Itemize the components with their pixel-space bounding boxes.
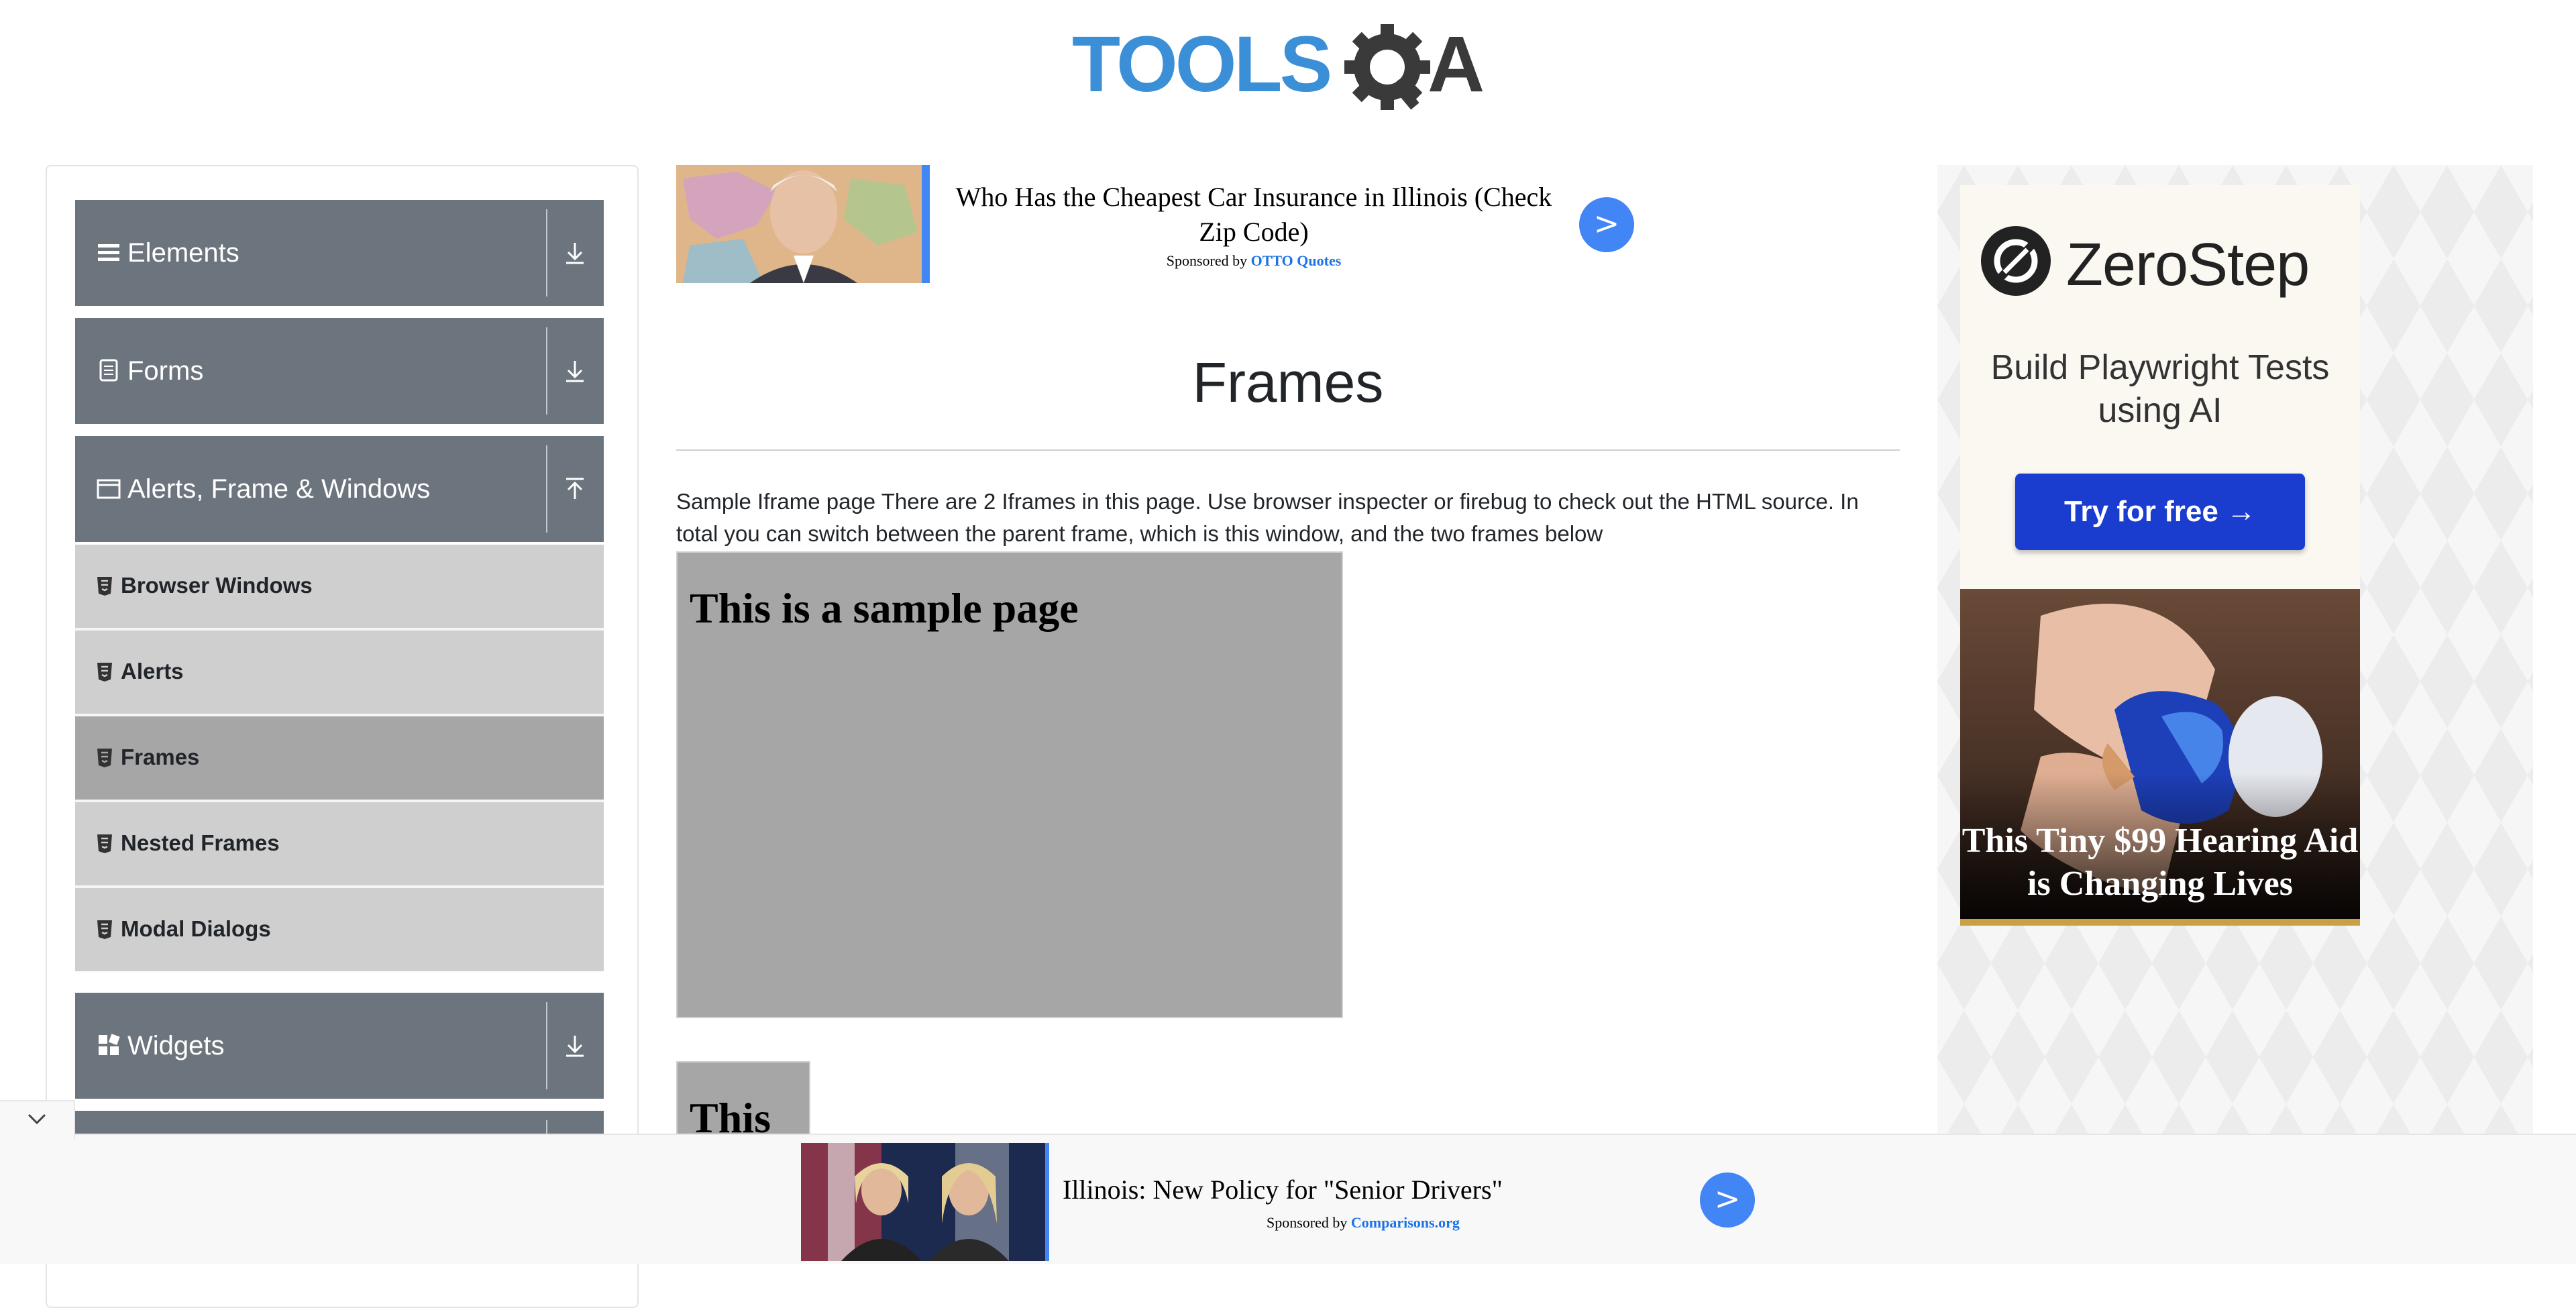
frame-heading: This is a sample page xyxy=(690,584,1079,632)
group-label: Elements xyxy=(127,237,239,268)
menu-item-alerts[interactable]: Alerts xyxy=(75,631,604,716)
ad-go-button[interactable]: > xyxy=(1700,1173,1755,1228)
group-header-elements[interactable]: Elements xyxy=(75,200,604,306)
divider xyxy=(546,327,547,415)
ad-go-button[interactable]: > xyxy=(1579,197,1634,252)
sponsored-by-text: Sponsored by xyxy=(1166,252,1248,269)
html5-icon xyxy=(97,920,112,939)
group-label: Widgets xyxy=(127,1030,225,1060)
download-arrow-icon[interactable] xyxy=(557,1028,593,1064)
divider xyxy=(546,209,547,296)
zerostep-headline: Build Playwright Tests using AI xyxy=(1990,348,2330,430)
widgets-icon xyxy=(99,1034,120,1055)
ad-sponsor-line: Sponsored by OTTO Quotes xyxy=(942,252,1566,270)
menu-item-label: Frames xyxy=(121,745,200,769)
collapse-ad-toggle[interactable] xyxy=(0,1100,75,1139)
menu-item-browser-windows[interactable]: Browser Windows xyxy=(75,545,604,631)
download-arrow-icon[interactable] xyxy=(557,353,593,389)
group-label: Alerts, Frame & Windows xyxy=(127,474,431,504)
html5-icon xyxy=(97,834,112,853)
upload-arrow-icon[interactable] xyxy=(557,471,593,507)
logo-wordmark: TOOLS A xyxy=(1072,20,1485,110)
iframe-frame1[interactable]: This is a sample page xyxy=(676,551,1343,1018)
ad-accent-bar xyxy=(1045,1143,1049,1261)
right-ad[interactable]: ZeroStep Build Playwright Tests using AI… xyxy=(1937,165,2533,1144)
ad-accent-bar xyxy=(1960,919,2360,926)
page-description: Sample Iframe page There are 2 Iframes i… xyxy=(676,489,1859,546)
sponsor-link[interactable]: Comparisons.org xyxy=(1351,1214,1460,1231)
menu-item-modal-dialogs[interactable]: Modal Dialogs xyxy=(75,888,604,971)
bottom-ad-bar[interactable]: Illinois: New Policy for "Senior Drivers… xyxy=(0,1134,2576,1264)
top-ad-banner[interactable]: Who Has the Cheapest Car Insurance in Il… xyxy=(676,165,1634,284)
group-label: Forms xyxy=(127,356,204,386)
menu-item-label: Alerts xyxy=(121,659,184,684)
menu-item-label: Nested Frames xyxy=(121,830,280,855)
sponsor-link[interactable]: OTTO Quotes xyxy=(1251,252,1342,269)
page-title: Frames xyxy=(1192,351,1384,414)
group-header-widgets[interactable]: Widgets xyxy=(75,993,604,1099)
chevron-down-icon xyxy=(28,1113,46,1125)
try-for-free-button[interactable]: Try for free → xyxy=(2015,474,2305,550)
zerostep-brand: ZeroStep xyxy=(2066,231,2310,298)
hearing-aid-caption[interactable]: This Tiny $99 Hearing Aid is Changing Li… xyxy=(1960,820,2360,906)
divider xyxy=(546,1002,547,1089)
menu-item-nested-frames[interactable]: Nested Frames xyxy=(75,802,604,888)
download-arrow-icon[interactable] xyxy=(557,235,593,271)
group-header-alerts-frame-windows[interactable]: Alerts, Frame & Windows xyxy=(75,436,604,542)
window-icon xyxy=(97,479,121,499)
toolsqa-logo[interactable]: TOOLS A xyxy=(1072,19,1507,121)
ad-image-two-women xyxy=(801,1143,1045,1261)
svg-text:TOOLS: TOOLS xyxy=(1072,20,1330,109)
ad-title[interactable]: Illinois: New Policy for "Senior Drivers… xyxy=(1063,1174,1503,1205)
gear-icon xyxy=(1344,24,1430,110)
ad-sponsor-line: Sponsored by Comparisons.org xyxy=(1267,1214,1460,1232)
divider xyxy=(546,445,547,533)
ad-accent-bar xyxy=(922,165,930,283)
html5-icon xyxy=(97,577,112,596)
sponsored-by-text: Sponsored by xyxy=(1267,1214,1348,1231)
menu-item-frames[interactable]: Frames xyxy=(75,716,604,802)
html5-icon xyxy=(97,663,112,682)
zerostep-logo-icon xyxy=(1981,226,2051,296)
menu-item-label: Browser Windows xyxy=(121,573,313,598)
hamburger-icon xyxy=(98,244,119,261)
svg-text:A: A xyxy=(1428,20,1485,109)
html5-icon xyxy=(97,749,112,767)
divider xyxy=(676,449,1900,451)
group-header-forms[interactable]: Forms xyxy=(75,318,604,424)
menu-item-label: Modal Dialogs xyxy=(121,916,271,941)
ad-title[interactable]: Who Has the Cheapest Car Insurance in Il… xyxy=(942,180,1566,250)
ad-image-man-map xyxy=(676,165,922,283)
document-icon xyxy=(99,359,118,382)
